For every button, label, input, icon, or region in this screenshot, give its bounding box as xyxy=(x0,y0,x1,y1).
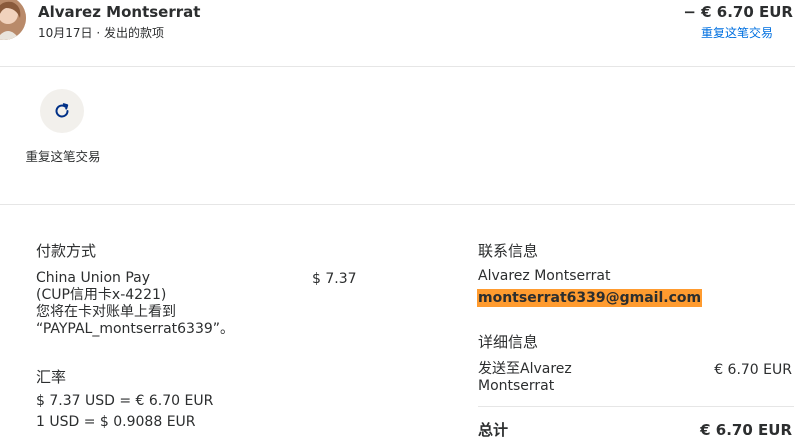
payee-name: Alvarez Montserrat xyxy=(38,3,201,21)
total-amount: € 6.70 EUR xyxy=(700,421,792,439)
divider xyxy=(0,66,795,67)
divider xyxy=(478,406,794,407)
payment-method-line: (CUP信用卡x-4221) xyxy=(36,287,167,303)
exchange-rate-heading: 汇率 xyxy=(36,368,67,386)
payment-method-heading: 付款方式 xyxy=(36,242,97,260)
avatar xyxy=(0,0,26,40)
divider xyxy=(0,204,795,205)
repeat-transaction-button[interactable] xyxy=(40,89,84,133)
sent-to-line: Montserrat xyxy=(478,378,555,394)
sent-to-line: 发送至Alvarez xyxy=(478,361,572,377)
payment-amount: $ 7.37 xyxy=(312,271,357,287)
payment-method-line: China Union Pay xyxy=(36,270,151,286)
repeat-transaction-link[interactable]: 重复这笔交易 xyxy=(701,24,773,41)
sent-amount: € 6.70 EUR xyxy=(714,362,792,378)
avatar-image xyxy=(0,0,26,40)
contact-name: Alvarez Montserrat xyxy=(478,268,611,284)
transaction-date-type: 10月17日 · 发出的款项 xyxy=(38,26,164,40)
transaction-amount: − € 6.70 EUR xyxy=(683,3,793,21)
payment-method-line: “PAYPAL_montserrat6339”。 xyxy=(36,321,235,337)
payment-method-line: 您将在卡对账单上看到 xyxy=(36,304,176,320)
refresh-icon xyxy=(55,103,69,118)
contact-email[interactable]: montserrat6339@gmail.com xyxy=(477,289,703,307)
details-heading: 详细信息 xyxy=(478,333,539,351)
total-label: 总计 xyxy=(478,421,509,439)
exchange-rate-line: 1 USD = $ 0.9088 EUR xyxy=(36,414,196,430)
contact-info-heading: 联系信息 xyxy=(478,242,539,260)
exchange-rate-line: $ 7.37 USD = € 6.70 EUR xyxy=(36,393,214,409)
repeat-transaction-label: 重复这笔交易 xyxy=(25,149,101,164)
